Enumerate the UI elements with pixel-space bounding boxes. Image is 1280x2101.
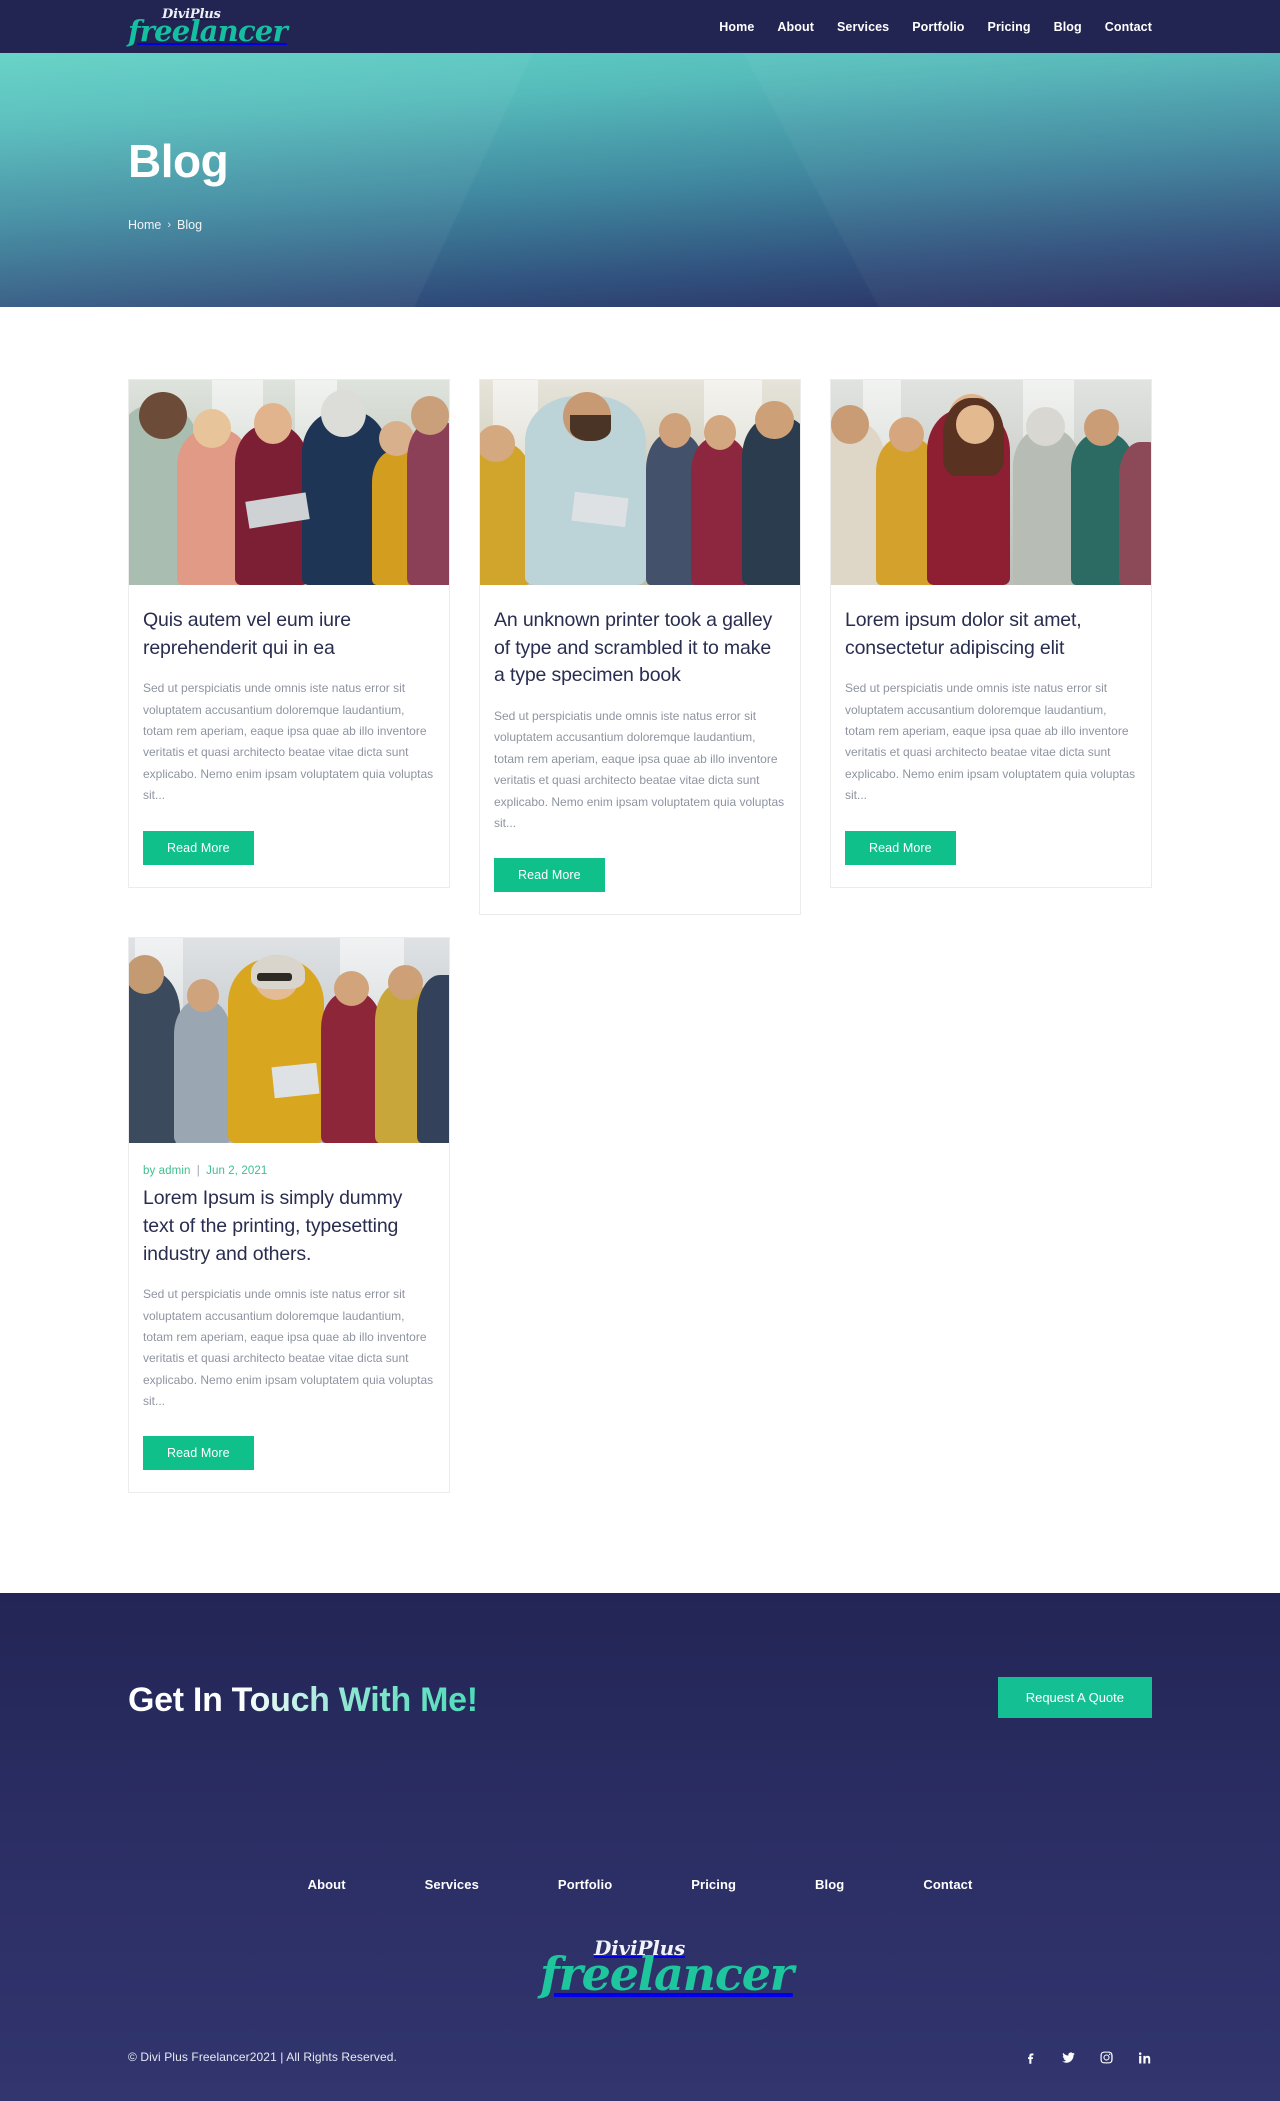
read-more-button[interactable]: Read More [494,858,605,893]
page-title: Blog [128,135,229,187]
page-hero: Blog Home › Blog [0,53,1280,307]
blog-post-card[interactable]: by admin | Jun 2, 2021 Lorem Ipsum is si… [128,937,450,1494]
nav-item-about[interactable]: About [777,20,814,34]
nav-item-contact[interactable]: Contact [1105,20,1152,34]
nav-item-portfolio[interactable]: Portfolio [912,20,964,34]
post-excerpt: Sed ut perspiciatis unde omnis iste natu… [845,681,1136,803]
footer-navigation: About Services Portfolio Pricing Blog Co… [128,1831,1152,1892]
nav-item-pricing[interactable]: Pricing [988,20,1031,34]
post-title[interactable]: An unknown printer took a galley of type… [494,607,786,690]
footer-nav-item-blog[interactable]: Blog [815,1877,844,1892]
post-title[interactable]: Quis autem vel eum iure reprehenderit qu… [143,607,435,662]
blog-post-card[interactable]: Quis autem vel eum iure reprehenderit qu… [128,379,450,888]
instagram-icon[interactable] [1098,2049,1114,2065]
read-more-button[interactable]: Read More [845,830,956,865]
footer-nav-item-pricing[interactable]: Pricing [691,1877,736,1892]
blog-post-grid: Quis autem vel eum iure reprehenderit qu… [128,379,1152,1494]
breadcrumb-current: Blog [177,218,203,232]
site-header: DiviPlus freelancer Home About Services … [0,0,1280,53]
nav-item-blog[interactable]: Blog [1054,20,1082,34]
footer-logo[interactable]: DiviPlus freelancer [540,1938,794,1997]
post-author[interactable]: admin [159,1165,191,1177]
cta-section: Get In Touch With Me! Request A Quote [0,1593,1280,1832]
blog-post-card[interactable]: Lorem ipsum dolor sit amet, consectetur … [830,379,1152,888]
post-date: Jun 2, 2021 [206,1165,268,1178]
post-thumbnail[interactable] [480,380,800,585]
social-links [1022,2049,1152,2065]
post-thumbnail[interactable] [831,380,1151,585]
blog-section: Quis autem vel eum iure reprehenderit qu… [0,307,1280,1594]
nav-item-services[interactable]: Services [837,20,889,34]
breadcrumb-home[interactable]: Home [128,218,161,232]
post-meta-separator: | [196,1165,200,1178]
post-author-prefix: by [143,1165,156,1178]
footer-logo-main-text: freelancer [540,1947,794,2002]
footer-bottom-bar: © Divi Plus Freelancer2021 | All Rights … [128,1997,1152,2101]
breadcrumb-separator-icon: › [167,219,172,231]
read-more-button[interactable]: Read More [143,1436,254,1471]
site-footer: About Services Portfolio Pricing Blog Co… [0,1831,1280,2101]
logo-main-text: freelancer [128,13,288,48]
copyright-text: © Divi Plus Freelancer2021 | All Rights … [128,2050,397,2065]
read-more-button[interactable]: Read More [143,830,254,865]
main-navigation: Home About Services Portfolio Pricing Bl… [719,20,1152,34]
footer-nav-item-contact[interactable]: Contact [923,1877,972,1892]
post-meta: by admin | Jun 2, 2021 [143,1165,435,1177]
post-excerpt: Sed ut perspiciatis unde omnis iste natu… [494,709,785,830]
post-thumbnail[interactable] [129,938,449,1144]
breadcrumb: Home › Blog [128,218,1152,232]
site-logo[interactable]: DiviPlus freelancer [128,8,288,46]
linkedin-icon[interactable] [1136,2049,1152,2065]
request-quote-button[interactable]: Request A Quote [997,1677,1152,1719]
footer-nav-item-about[interactable]: About [308,1877,346,1892]
post-thumbnail[interactable] [129,380,449,585]
facebook-icon[interactable] [1022,2049,1038,2065]
post-title[interactable]: Lorem Ipsum is simply dummy text of the … [143,1185,435,1268]
nav-item-home[interactable]: Home [719,20,754,34]
post-excerpt: Sed ut perspiciatis unde omnis iste natu… [143,681,434,803]
cta-title: Get In Touch With Me! [128,1681,478,1720]
twitter-icon[interactable] [1060,2049,1076,2065]
footer-nav-item-portfolio[interactable]: Portfolio [558,1877,612,1892]
blog-post-card[interactable]: An unknown printer took a galley of type… [479,379,801,916]
footer-nav-item-services[interactable]: Services [425,1877,479,1892]
post-excerpt: Sed ut perspiciatis unde omnis iste natu… [143,1287,434,1409]
post-title[interactable]: Lorem ipsum dolor sit amet, consectetur … [845,607,1137,662]
